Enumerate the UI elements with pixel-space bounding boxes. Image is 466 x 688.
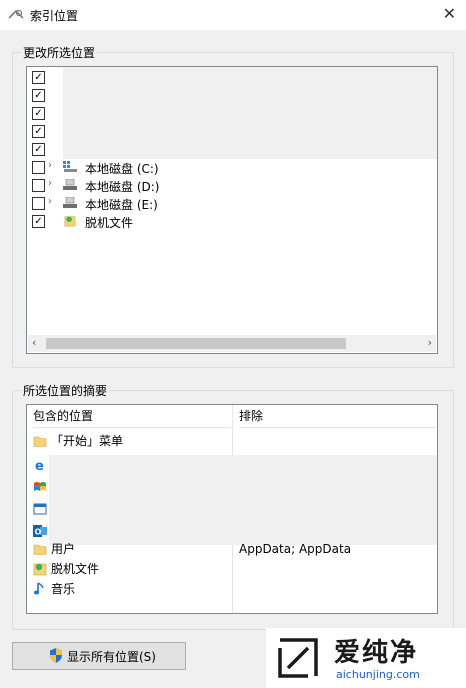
summary-row: 「开始」菜单 xyxy=(27,431,437,451)
outlook-icon: O xyxy=(33,525,47,537)
watermark-brand: 爱纯净 xyxy=(334,638,419,668)
local-disk-icon xyxy=(63,179,77,190)
checkbox[interactable] xyxy=(32,179,45,192)
column-header-excluded[interactable]: 排除 xyxy=(239,405,435,428)
chevron-right-icon[interactable]: › xyxy=(48,196,52,207)
tree-item[interactable]: ✓ xyxy=(27,69,437,87)
summary-row-offline-files: 脱机文件 xyxy=(27,559,437,579)
summary-row-excluded: AppData; AppData xyxy=(239,542,352,556)
offline-files-icon xyxy=(64,216,76,227)
summary-row-label: 脱机文件 xyxy=(51,562,100,576)
summary-row: O xyxy=(27,521,437,541)
checkbox[interactable]: ✓ xyxy=(32,215,45,228)
checkbox[interactable]: ✓ xyxy=(32,143,45,156)
checkbox[interactable] xyxy=(32,161,45,174)
close-icon[interactable]: ✕ xyxy=(443,5,456,23)
summary-row-music: 音乐 xyxy=(27,579,437,599)
tree-item[interactable]: ✓ xyxy=(27,123,437,141)
checkbox[interactable]: ✓ xyxy=(32,125,45,138)
tree-item-drive-e[interactable]: › 本地磁盘 (E:) xyxy=(27,195,437,213)
title-bar: 索引位置 ✕ xyxy=(0,0,466,30)
tree-item[interactable]: ✓ xyxy=(27,105,437,123)
horizontal-scrollbar[interactable]: ‹ › xyxy=(28,335,436,352)
local-disk-windows-icon xyxy=(63,161,77,172)
shield-icon xyxy=(50,648,62,663)
scrollbar-thumb[interactable] xyxy=(46,338,346,349)
show-all-locations-label: 显示所有位置(S) xyxy=(67,650,156,664)
checkbox[interactable]: ✓ xyxy=(32,89,45,102)
tree-item[interactable]: ✓ xyxy=(27,87,437,105)
music-note-icon xyxy=(33,582,44,595)
tree-item-drive-d[interactable]: › 本地磁盘 (D:) xyxy=(27,177,437,195)
local-disk-icon xyxy=(63,197,77,208)
watermark: 爱纯净 aichunjing.com xyxy=(266,628,466,688)
change-locations-label: 更改所选位置 xyxy=(21,44,98,61)
svg-text:O: O xyxy=(35,528,42,537)
watermark-logo-icon xyxy=(278,638,318,678)
summary-row: e xyxy=(27,455,437,475)
offline-files-icon xyxy=(33,563,47,576)
ie-icon: e xyxy=(35,459,44,472)
show-all-locations-button[interactable]: 显示所有位置(S) xyxy=(12,642,186,670)
indexing-options-icon xyxy=(8,9,24,19)
summary-label: 所选位置的摘要 xyxy=(21,382,110,399)
tree-item-drive-c[interactable]: › 本地磁盘 (C:) xyxy=(27,159,437,177)
scroll-left-icon[interactable]: ‹ xyxy=(32,336,36,349)
tree-item-label: 本地磁盘 (D:) xyxy=(85,180,160,194)
summary-row-users: 用户 AppData; AppData xyxy=(27,539,437,559)
tree-item-label: 本地磁盘 (E:) xyxy=(85,198,158,212)
summary-row-label: 用户 xyxy=(51,542,76,556)
watermark-url: aichunjing.com xyxy=(336,668,420,681)
column-header-included[interactable]: 包含的位置 xyxy=(33,405,231,428)
chevron-right-icon[interactable]: › xyxy=(48,160,52,171)
windows-flag-icon xyxy=(34,482,46,491)
tree-item-label: 脱机文件 xyxy=(85,216,134,230)
summary-row xyxy=(27,477,437,497)
summary-row xyxy=(27,499,437,519)
locations-tree[interactable]: ✓ ✓ ✓ ✓ ✓ › 本地磁盘 (C:) › 本地磁盘 (D:) › 本地磁盘… xyxy=(26,66,438,354)
chevron-right-icon[interactable]: › xyxy=(48,178,52,189)
checkbox[interactable] xyxy=(32,197,45,210)
folder-icon xyxy=(33,544,47,555)
summary-row-label: 音乐 xyxy=(51,582,76,596)
checkbox[interactable]: ✓ xyxy=(32,107,45,120)
checkbox[interactable]: ✓ xyxy=(32,71,45,84)
tree-item-label: 本地磁盘 (C:) xyxy=(85,162,159,176)
scroll-right-icon[interactable]: › xyxy=(428,336,432,349)
window-title: 索引位置 xyxy=(30,9,79,23)
window-app-icon xyxy=(33,503,47,515)
summary-row-label: 「开始」菜单 xyxy=(51,434,124,448)
tree-item[interactable]: ✓ xyxy=(27,141,437,159)
svg-text:e: e xyxy=(35,459,44,472)
summary-list[interactable]: 包含的位置 排除 「开始」菜单 e O 用户 AppData; AppData … xyxy=(26,404,438,614)
tree-item-offline-files[interactable]: ✓ 脱机文件 xyxy=(27,213,437,231)
folder-icon xyxy=(33,436,47,447)
